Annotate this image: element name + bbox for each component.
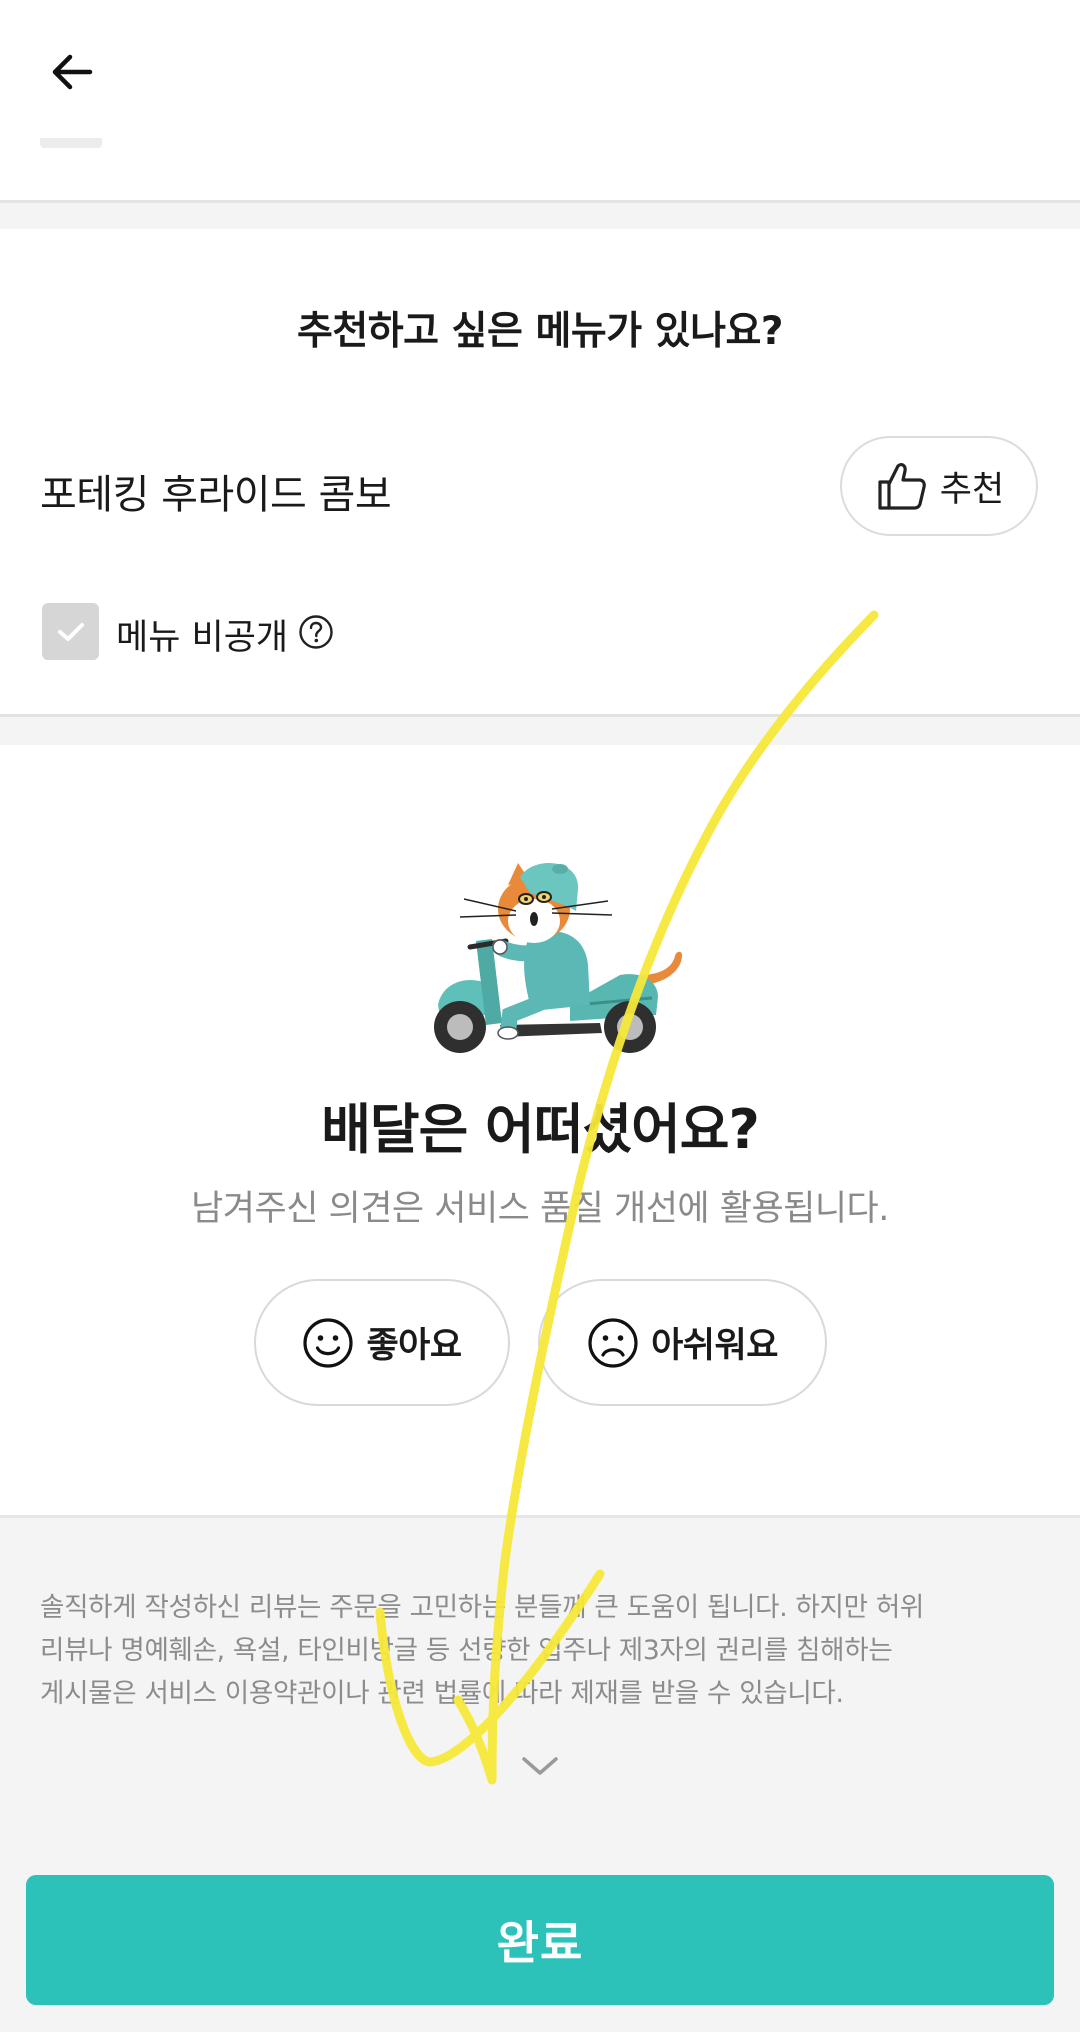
good-button[interactable]: 좋아요 xyxy=(254,1279,510,1406)
back-button[interactable] xyxy=(36,36,108,108)
thumbs-up-icon xyxy=(878,463,926,510)
cat-on-scooter-illustration xyxy=(420,855,690,1055)
notice-line: 게시물은 서비스 이용약관이나 관련 법률에 따라 제재를 받을 수 있습니다. xyxy=(40,1678,844,1709)
delivery-title: 배달은 어떠셨어요? xyxy=(321,1098,760,1161)
smile-face-icon xyxy=(303,1317,354,1368)
header xyxy=(0,0,1080,200)
recommend-button[interactable]: 추천 xyxy=(840,436,1038,536)
review-policy-notice: 솔직하게 작성하신 리뷰는 주문을 고민하는 분들께 큰 도움이 됩니다. 하지… xyxy=(40,1586,1040,1715)
check-icon xyxy=(57,622,84,641)
bad-button[interactable]: 아쉬워요 xyxy=(538,1279,827,1406)
delivery-subtitle: 남겨주신 의견은 서비스 품질 개선에 활용됩니다. xyxy=(191,1189,889,1229)
scroll-indicator xyxy=(40,138,102,148)
bad-label: 아쉬워요 xyxy=(651,1326,778,1366)
notice-line: 솔직하게 작성하신 리뷰는 주문을 고민하는 분들께 큰 도움이 됩니다. 하지… xyxy=(40,1592,924,1623)
arrow-left-icon xyxy=(52,54,93,90)
section-gap xyxy=(0,717,1080,745)
menu-name: 포테킹 후라이드 콤보 xyxy=(40,472,392,518)
complete-label: 완료 xyxy=(496,1916,584,1970)
notice-line: 리뷰나 명예훼손, 욕설, 타인비방글 등 선량한 업주나 제3자의 권리를 침… xyxy=(40,1635,893,1666)
recommend-title: 추천하고 싶은 메뉴가 있나요? xyxy=(297,309,783,354)
question-circle-icon[interactable] xyxy=(298,614,334,650)
chevron-down-icon xyxy=(522,1757,558,1775)
private-menu-label: 메뉴 비공개 xyxy=(116,618,289,658)
recommend-label: 추천 xyxy=(939,469,1005,510)
complete-button[interactable]: 완료 xyxy=(26,1875,1054,2005)
good-label: 좋아요 xyxy=(366,1326,462,1366)
sad-face-icon xyxy=(588,1317,638,1368)
section-gap xyxy=(0,203,1080,229)
expand-notice-button[interactable] xyxy=(514,1748,566,1784)
private-menu-checkbox[interactable] xyxy=(42,603,99,660)
